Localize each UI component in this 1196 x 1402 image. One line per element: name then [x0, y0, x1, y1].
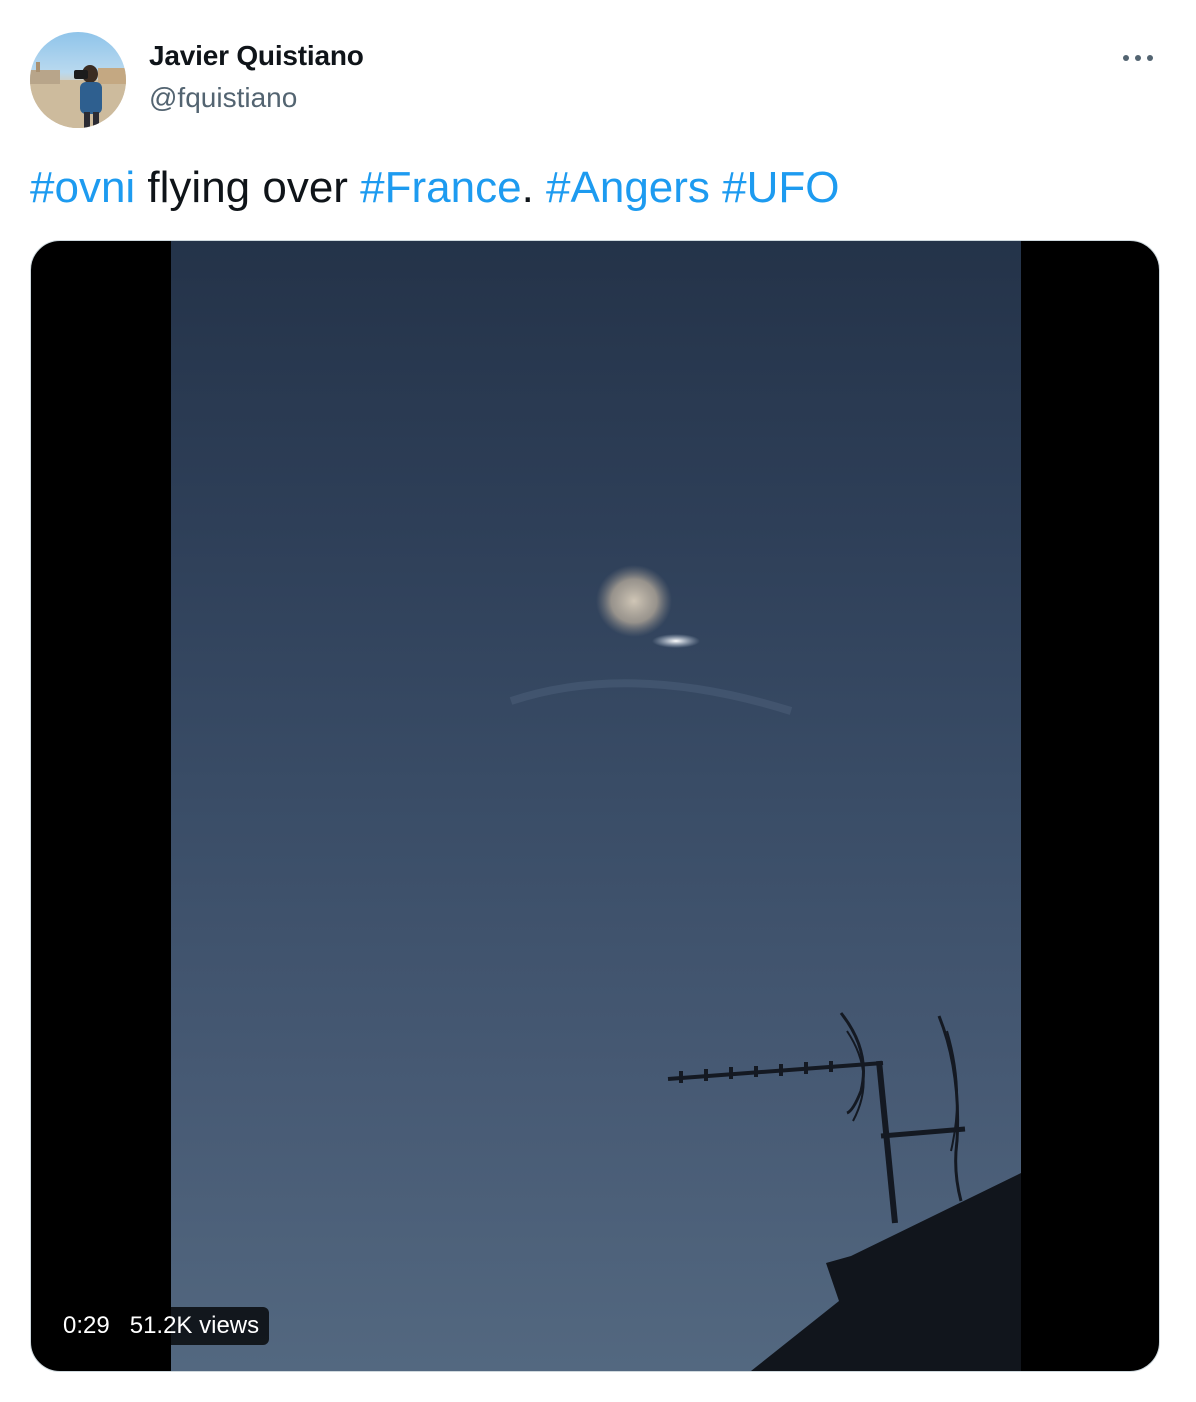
haze-shape [509, 679, 793, 715]
video-duration: 0:29 [63, 1312, 110, 1339]
tweet-text-segment [710, 163, 722, 212]
video-info-overlay: 0:29 51.2K views [51, 1307, 270, 1345]
view-count: 51.2K views [129, 1312, 260, 1339]
more-button[interactable] [1118, 40, 1158, 76]
hashtag-ufo[interactable]: #UFO [722, 163, 839, 212]
hashtag-angers[interactable]: #Angers [546, 163, 710, 212]
video-player[interactable]: 0:29 51.2K views [30, 240, 1160, 1372]
tweet-text-segment: flying over [135, 163, 361, 212]
avatar-photo [30, 62, 126, 128]
tweet-text-segment: . [521, 163, 547, 212]
antenna-shape [667, 1012, 966, 1224]
video-still [509, 565, 1021, 1371]
more-horizontal-icon [1123, 55, 1153, 61]
roof-silhouette [751, 1173, 1021, 1371]
hashtag-ovni[interactable]: #ovni [30, 163, 135, 212]
hashtag-france[interactable]: #France [360, 163, 521, 212]
author-handle[interactable]: @fquistiano [149, 82, 297, 114]
tweet-text: #ovni flying over #France. #Angers #UFO [30, 160, 840, 216]
ufo-glow-shape [596, 565, 672, 637]
author-name[interactable]: Javier Quistiano [149, 40, 364, 72]
video-frame [171, 241, 1021, 1371]
ufo-light-shape [652, 634, 700, 648]
avatar[interactable] [30, 32, 126, 128]
